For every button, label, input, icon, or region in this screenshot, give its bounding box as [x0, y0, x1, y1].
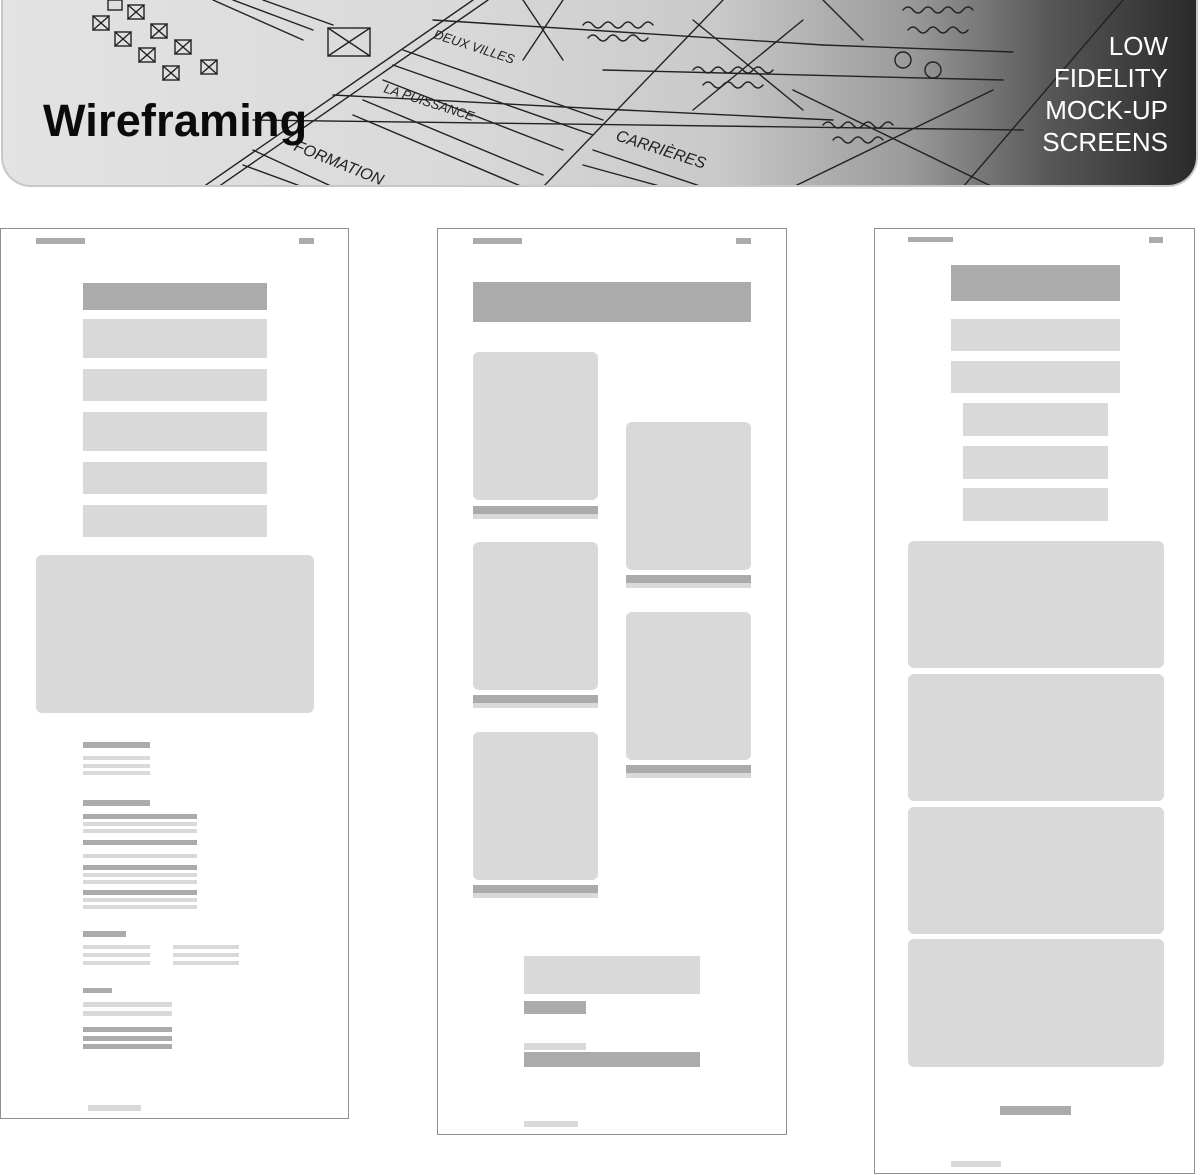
footer-placeholder: [951, 1161, 1001, 1167]
text-line: [83, 764, 150, 768]
hero-banner-placeholder: [473, 282, 751, 322]
wireframe-screen-3: [874, 228, 1195, 1174]
text-line: [83, 822, 197, 826]
menu-placeholder: [1149, 237, 1163, 243]
content-block: [83, 505, 267, 537]
text-line: [173, 953, 239, 957]
card-title: [626, 765, 751, 773]
heading-block: [83, 283, 267, 310]
heading-block: [951, 265, 1120, 301]
form-input-placeholder: [524, 956, 700, 994]
text-heading: [83, 988, 112, 993]
card-caption: [626, 773, 751, 778]
banner-subtitle: LOW FIDELITY MOCK-UP SCREENS: [968, 30, 1168, 158]
text-heading: [83, 800, 150, 806]
text-line: [83, 905, 197, 909]
form-button-placeholder: [524, 1001, 586, 1014]
text-line: [83, 953, 150, 957]
text-line: [83, 756, 150, 760]
content-block: [83, 412, 267, 451]
card-caption: [473, 703, 598, 708]
text-line: [83, 961, 150, 965]
cta-placeholder: [1000, 1106, 1071, 1115]
form-label-placeholder: [524, 1043, 586, 1050]
content-block: [83, 369, 267, 401]
feature-panel: [908, 807, 1164, 934]
text-line: [83, 1027, 172, 1032]
form-bar-placeholder: [524, 1052, 700, 1067]
content-block: [951, 361, 1120, 393]
text-line: [83, 771, 150, 775]
text-heading: [83, 742, 150, 748]
text-line: [83, 1036, 172, 1041]
text-line: [83, 1002, 172, 1007]
text-line: [83, 829, 197, 833]
subtitle-line-2: FIDELITY: [1053, 63, 1168, 93]
footer-placeholder: [88, 1105, 141, 1111]
card-image: [473, 732, 598, 880]
text-heading: [83, 931, 126, 937]
text-line: [83, 1044, 172, 1049]
menu-placeholder: [736, 238, 751, 244]
card-caption: [473, 514, 598, 519]
text-line: [83, 865, 197, 870]
sketch-word-deux-villes: DEUX VILLES: [432, 27, 517, 67]
feature-panel: [908, 939, 1164, 1067]
card-image: [626, 612, 751, 760]
subtitle-line-4: SCREENS: [1042, 127, 1168, 157]
logo-placeholder: [36, 238, 85, 244]
text-line: [83, 880, 197, 884]
wireframe-screen-2: [437, 228, 787, 1135]
text-line: [83, 854, 197, 858]
page-title: Wireframing: [43, 95, 308, 146]
card-image: [473, 542, 598, 690]
content-block: [963, 446, 1108, 479]
sketch-word-carrieres: CARRIÈRES: [614, 126, 709, 173]
card-caption: [626, 583, 751, 588]
text-line: [83, 890, 197, 895]
footer-placeholder: [524, 1121, 578, 1127]
logo-placeholder: [908, 237, 953, 242]
content-block: [963, 488, 1108, 521]
card-caption: [473, 893, 598, 898]
image-placeholder: [36, 555, 314, 713]
card-title: [473, 885, 598, 893]
text-line: [173, 945, 239, 949]
card-title: [473, 506, 598, 514]
logo-placeholder: [473, 238, 522, 244]
text-line: [173, 961, 239, 965]
card-image: [626, 422, 751, 570]
wireframe-screen-1: [0, 228, 349, 1119]
content-block: [83, 462, 267, 494]
text-line: [83, 945, 150, 949]
content-block: [951, 319, 1120, 351]
text-line: [83, 873, 197, 877]
card-image: [473, 352, 598, 500]
content-block: [83, 319, 267, 358]
feature-panel: [908, 541, 1164, 668]
header-banner: DEUX VILLES LA PUISSANCE FORMATION CARRI…: [1, 0, 1198, 187]
card-title: [626, 575, 751, 583]
subtitle-line-3: MOCK-UP: [1045, 95, 1168, 125]
text-line: [83, 814, 197, 819]
feature-panel: [908, 674, 1164, 801]
card-title: [473, 695, 598, 703]
text-line: [83, 898, 197, 902]
content-block: [963, 403, 1108, 436]
menu-placeholder: [299, 238, 314, 244]
text-line: [83, 1011, 172, 1016]
text-line: [83, 840, 197, 845]
subtitle-line-1: LOW: [1108, 31, 1168, 61]
